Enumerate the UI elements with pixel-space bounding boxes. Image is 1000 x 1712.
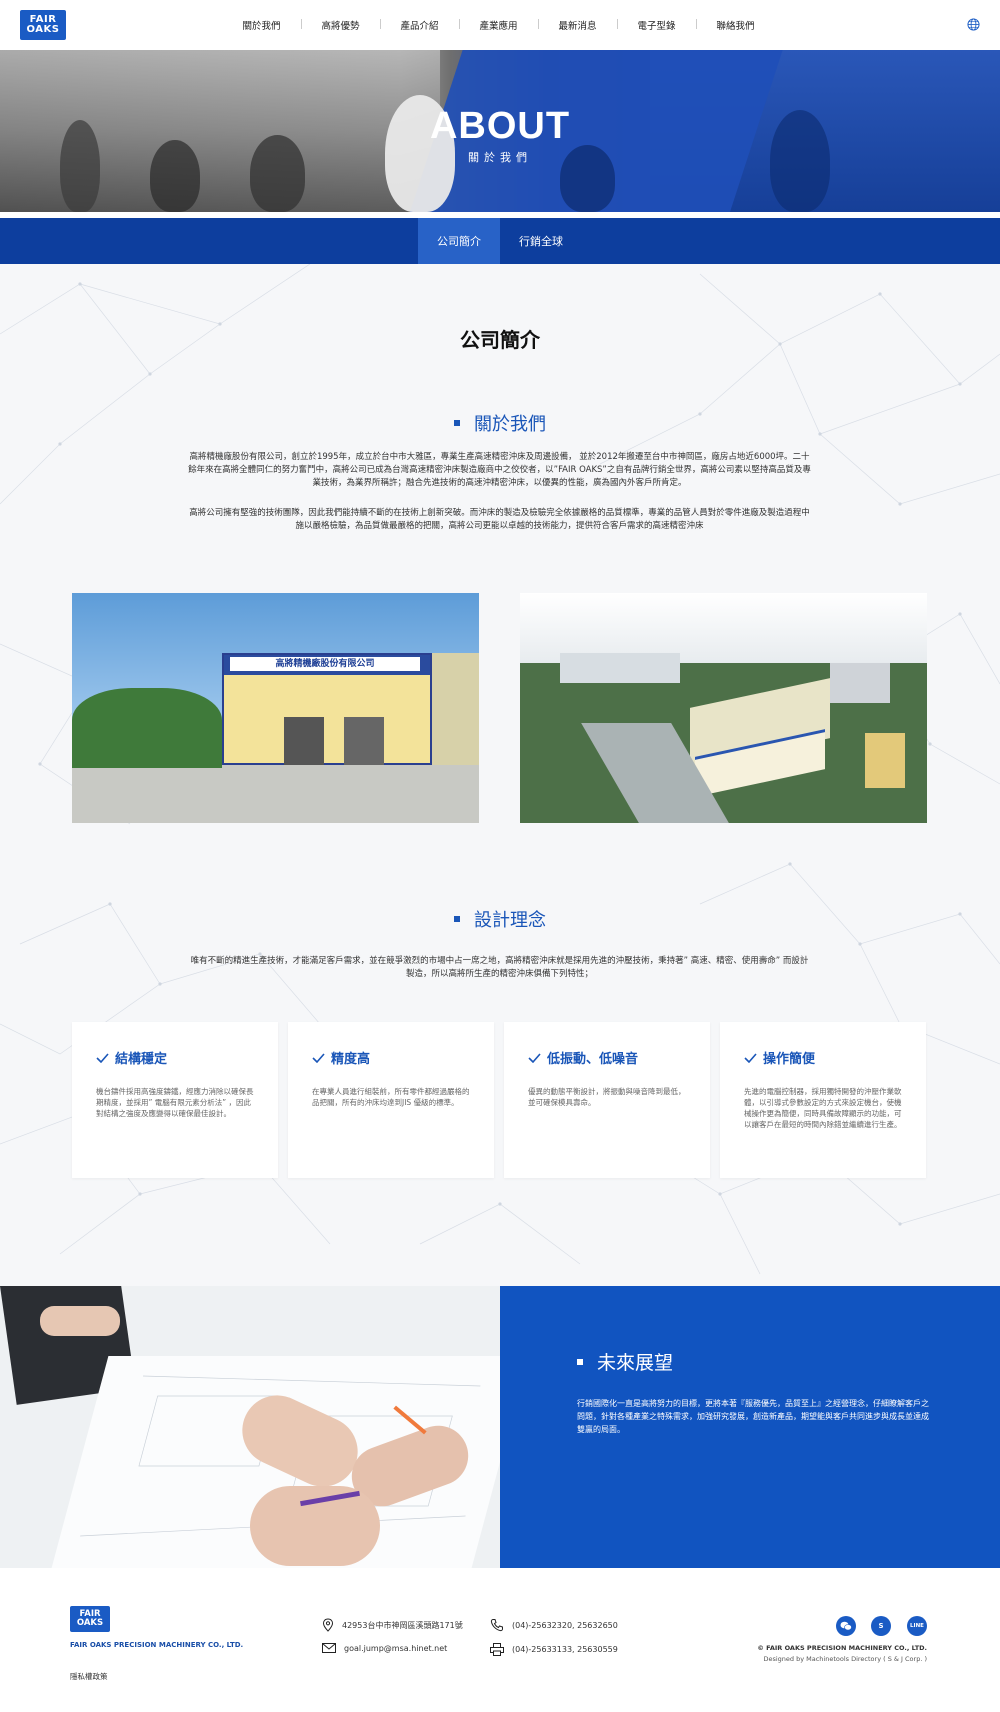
- photo-building: 高將精機廠股份有限公司: [222, 653, 432, 765]
- footer-email-text[interactable]: goal.jump@msa.hinet.net: [344, 1644, 447, 1653]
- sub-navigation: 公司簡介 行銷全球: [0, 218, 1000, 264]
- footer-phone-text: (04)-25632320, 25632650: [512, 1620, 618, 1630]
- hero-subtitle: 關於我們: [468, 151, 532, 164]
- skype-icon-label: S: [878, 1622, 884, 1630]
- photo-side-building: [432, 653, 479, 765]
- building-sign: 高將精機廠股份有限公司: [230, 657, 420, 671]
- photo-trees: [72, 688, 222, 768]
- skype-icon[interactable]: S: [871, 1616, 891, 1636]
- feature-card: 結構穩定 機台鑄件採用高強度鑄鐵，經應力消除以確保長期精度，並採用” 電腦有限元…: [72, 1022, 278, 1178]
- feature-card-heading: 精度高: [312, 1048, 370, 1067]
- footer-logo[interactable]: FAIR OAKS: [70, 1606, 110, 1632]
- feature-card-heading: 結構穩定: [96, 1048, 167, 1067]
- footer-fax-text: (04)-25633133, 25630559: [512, 1645, 618, 1654]
- footer-address: 42953台中市神岡區溪頭路171號: [322, 1618, 463, 1632]
- feature-card-title: 結構穩定: [115, 1052, 168, 1067]
- aerial-factory-photo: [520, 593, 927, 823]
- logo-line-2: OAKS: [26, 24, 60, 35]
- bullet-square-icon: [577, 1358, 583, 1365]
- footer-address-text: 42953台中市神岡區溪頭路171號: [342, 1620, 463, 1630]
- design-paragraph: 唯有不斷的精進生產技術，才能滿足客戶需求，並在競爭激烈的市場中占一席之地，高將精…: [190, 956, 809, 979]
- fax-printer-icon: [490, 1643, 504, 1656]
- photo-hand: [40, 1306, 120, 1336]
- factory-building-photo: 高將精機廠股份有限公司: [72, 593, 479, 823]
- heading-future-label: 未來展望: [597, 1352, 674, 1374]
- line-icon[interactable]: LINE: [907, 1616, 927, 1636]
- heading-design-concept: 設計理念: [0, 906, 1000, 932]
- mail-icon: [322, 1643, 336, 1653]
- nav-item-news[interactable]: 最新消息: [538, 18, 617, 32]
- heading-about-us: 關於我們: [0, 410, 1000, 436]
- location-pin-icon: [322, 1618, 334, 1632]
- tab-global-marketing[interactable]: 行銷全球: [500, 218, 582, 264]
- photo-building-door: [284, 717, 324, 765]
- footer-fax: (04)-25633133, 25630559: [490, 1643, 618, 1656]
- site-header: FAIR OAKS 關於我們 高將優勢 產品介紹 產業應用 最新消息 電子型錄 …: [0, 0, 1000, 50]
- nav-item-products[interactable]: 產品介紹: [380, 18, 459, 32]
- nav-item-advantages[interactable]: 高將優勢: [301, 18, 380, 32]
- check-icon: [96, 1052, 109, 1063]
- photo-distant-buildings: [560, 653, 680, 683]
- bullet-square-icon: [454, 420, 460, 426]
- nav-item-applications[interactable]: 產業應用: [459, 18, 538, 32]
- feature-card: 低振動、低噪音 優異的動態平衡設計，將振動與噪音降到最低，並可確保模具壽命。: [504, 1022, 710, 1178]
- about-paragraph-2: 高將公司擁有堅強的技術團隊，因此我們能持續不斷的在技術上創新突破。而沖床的製造及…: [189, 508, 810, 531]
- check-icon: [744, 1052, 757, 1063]
- bullet-square-icon: [454, 916, 460, 922]
- section-title-company-profile: 公司簡介: [460, 328, 540, 352]
- nav-item-catalog[interactable]: 電子型錄: [617, 18, 696, 32]
- privacy-policy-link[interactable]: 隱私權政策: [70, 1671, 108, 1682]
- photo-building-door: [344, 717, 384, 765]
- site-footer: FAIR OAKS FAIR OAKS PRECISION MACHINERY …: [0, 1568, 1000, 1712]
- phone-icon: [490, 1619, 503, 1632]
- feature-card: 操作簡便 先進的電腦控制器，採用獨特開發的沖壓作業軟體，以引導式參數設定的方式來…: [720, 1022, 926, 1178]
- footer-logo-line-2: OAKS: [76, 1618, 104, 1628]
- heading-future: 未來展望: [577, 1348, 673, 1375]
- feature-card-heading: 操作簡便: [744, 1048, 815, 1067]
- footer-phone: (04)-25632320, 25632650: [490, 1618, 618, 1632]
- about-paragraph-1: 高將精機廠股份有限公司，創立於1995年，成立於台中市大雅區，專業生產高速精密沖…: [188, 452, 811, 488]
- nav-item-contact[interactable]: 聯絡我們: [696, 18, 775, 32]
- planning-photo: [0, 1286, 500, 1568]
- feature-card-text: 機台鑄件採用高強度鑄鐵，經應力消除以確保長期精度，並採用” 電腦有限元素分析法”…: [96, 1087, 254, 1118]
- check-icon: [528, 1052, 541, 1063]
- globe-icon[interactable]: [967, 18, 980, 31]
- feature-card-title: 低振動、低噪音: [547, 1052, 639, 1067]
- footer-company-name: FAIR OAKS PRECISION MACHINERY CO., LTD.: [70, 1641, 244, 1649]
- feature-card: 精度高 在專業人員進行組裝前，所有零件都經過嚴格的品把關，所有的沖床均達到JIS…: [288, 1022, 494, 1178]
- main-nav: 關於我們 高將優勢 產品介紹 產業應用 最新消息 電子型錄 聯絡我們: [222, 0, 775, 50]
- line-icon-label: LINE: [910, 1623, 924, 1629]
- hero-title: ABOUT: [429, 105, 571, 147]
- footer-email[interactable]: goal.jump@msa.hinet.net: [322, 1643, 447, 1653]
- future-paragraph: 行銷國際化一直是高將努力的目標，更將本著『服務優先，品質至上』之經營理念，仔細瞭…: [577, 1399, 929, 1434]
- nav-item-about[interactable]: 關於我們: [222, 18, 301, 32]
- photo-neighbor-building: [830, 663, 890, 703]
- tab-company-profile[interactable]: 公司簡介: [418, 218, 500, 264]
- site-logo[interactable]: FAIR OAKS: [20, 10, 66, 40]
- feature-card-title: 操作簡便: [763, 1052, 816, 1067]
- check-icon: [312, 1052, 325, 1063]
- footer-copyright: © FAIR OAKS PRECISION MACHINERY CO., LTD…: [757, 1644, 927, 1652]
- photo-neighbor-building: [865, 733, 905, 788]
- hero-banner: ABOUT 關於我們: [0, 50, 1000, 212]
- wechat-glyph: [840, 1621, 852, 1631]
- feature-card-heading: 低振動、低噪音: [528, 1048, 638, 1067]
- feature-card-text: 先進的電腦控制器，採用獨特開發的沖壓作業軟體，以引導式參數設定的方式來設定機台，…: [744, 1087, 902, 1129]
- footer-designed-by[interactable]: Designed by Machinetools Directory ( S &…: [763, 1655, 927, 1663]
- heading-about-us-label: 關於我們: [474, 414, 546, 435]
- feature-card-text: 優異的動態平衡設計，將振動與噪音降到最低，並可確保模具壽命。: [528, 1087, 686, 1107]
- wechat-icon[interactable]: [836, 1616, 856, 1636]
- feature-card-title: 精度高: [331, 1052, 371, 1067]
- feature-card-text: 在專業人員進行組裝前，所有零件都經過嚴格的品把關，所有的沖床均達到JIS 優級的…: [312, 1087, 470, 1107]
- heading-design-concept-label: 設計理念: [474, 910, 546, 931]
